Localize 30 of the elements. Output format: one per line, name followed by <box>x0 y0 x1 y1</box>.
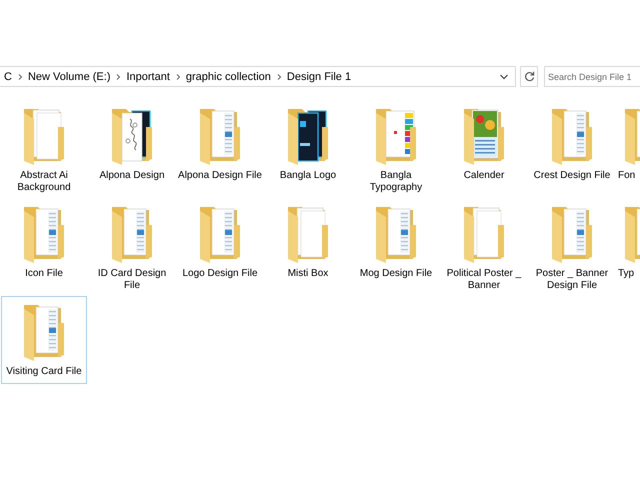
folder-item[interactable]: Misti Box <box>265 198 351 286</box>
chevron-right-icon[interactable] <box>274 72 283 80</box>
folder-item[interactable]: Fon <box>616 100 640 188</box>
chevron-right-icon[interactable] <box>174 72 182 80</box>
folder-item[interactable]: Mog Design File <box>353 198 439 286</box>
folder-item[interactable]: Poster _ Banner Design File <box>529 198 615 296</box>
chevron-right-icon[interactable] <box>114 72 122 80</box>
breadcrumb-item[interactable]: graphic collection <box>182 70 275 82</box>
folder-item[interactable]: Typ <box>616 198 640 286</box>
search-field[interactable]: Search Design File 1 <box>544 66 640 87</box>
refresh-icon <box>524 71 534 82</box>
folder-item[interactable]: Bangla Logo <box>265 100 351 188</box>
folder-item[interactable]: Calender <box>441 100 527 188</box>
folder-item[interactable]: Political Poster _ Banner <box>441 198 527 296</box>
folder-item[interactable]: ID Card Design File <box>89 198 175 296</box>
breadcrumb-item[interactable]: New Volume (E:) <box>24 70 114 82</box>
refresh-button[interactable] <box>520 66 538 87</box>
folder-item[interactable]: Alpona Design <box>89 100 175 188</box>
folder-item[interactable]: Bangla Typography <box>353 100 439 198</box>
folder-item[interactable]: Crest Design File <box>529 100 615 188</box>
breadcrumb-item[interactable]: Design File 1 <box>282 70 356 82</box>
folder-item[interactable]: Logo Design File <box>177 198 263 286</box>
chevron-right-icon[interactable] <box>16 72 24 80</box>
folder-item[interactable]: Alpona Design File <box>177 100 263 188</box>
chevron-down-icon[interactable] <box>499 72 509 80</box>
folder-item[interactable]: Visiting Card File <box>1 296 87 384</box>
folder-item[interactable]: Icon File <box>1 198 87 286</box>
breadcrumb-item[interactable]: Inportant <box>122 70 174 82</box>
breadcrumb-item[interactable]: C <box>0 70 16 82</box>
folder-item[interactable]: Abstract Ai Background <box>1 100 87 198</box>
